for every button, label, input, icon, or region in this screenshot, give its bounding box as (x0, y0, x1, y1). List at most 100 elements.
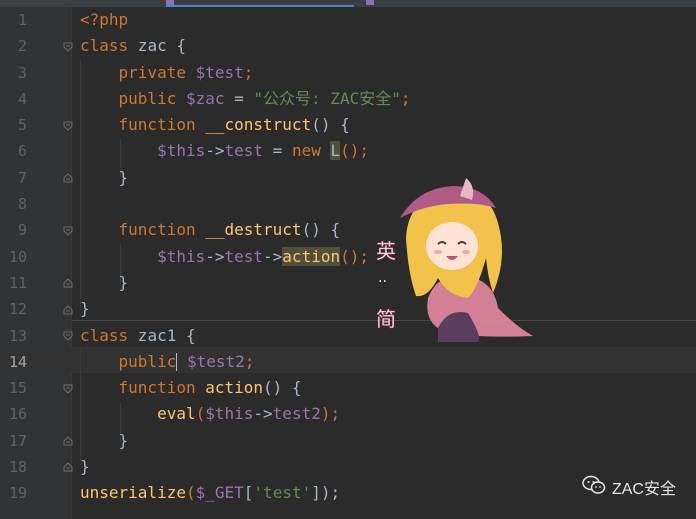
line-number: 1 (17, 11, 27, 29)
fold-close-icon[interactable] (63, 305, 73, 315)
variable: $this (205, 404, 254, 424)
variable: $test (195, 62, 244, 82)
code-line: eval($this->test2); (80, 401, 410, 427)
punctuation: ); (320, 404, 341, 424)
keyword: private (118, 62, 186, 82)
punctuation: [ (243, 483, 254, 503)
punctuation: (); (340, 141, 370, 161)
editor-tab-bar (0, 0, 696, 7)
code-line: function action() { (80, 375, 410, 401)
keyword: function (118, 115, 196, 135)
code-line: public $zac = "公众号: ZAC安全"; (80, 86, 411, 112)
string-literal: "公众号: ZAC安全" (253, 88, 401, 108)
punctuation: ( (195, 404, 206, 424)
line-number: 17 (8, 431, 27, 450)
svg-text:··: ·· (378, 274, 387, 290)
punctuation: ]); (311, 483, 341, 503)
line-number: 9 (17, 221, 27, 240)
brace: } (80, 299, 90, 319)
line-number: 12 (8, 300, 27, 319)
line-number: 16 (8, 405, 27, 424)
brace: } (118, 272, 129, 292)
operator: -> (263, 246, 283, 266)
anime-girl-sticker: 英 ·· 简 (368, 178, 538, 342)
line-number: 5 (17, 116, 27, 135)
property: test2 (272, 404, 321, 424)
operator: -> (205, 246, 225, 266)
code-line: function __construct() { (80, 112, 410, 138)
fold-open-icon[interactable] (63, 42, 73, 52)
text-caret (176, 353, 178, 372)
php-file-icon (166, 0, 174, 5)
fold-close-icon[interactable] (63, 278, 73, 288)
fold-open-icon[interactable] (63, 121, 73, 131)
semicolon: ; (243, 62, 254, 82)
line-number: 15 (8, 379, 27, 398)
operator: = (224, 88, 254, 108)
brace: } (118, 167, 129, 187)
brace: } (80, 457, 90, 477)
line-numbers: 1 2 3 4 5 6 7 8 9 10 11 12 13 14 15 16 1… (0, 7, 36, 507)
function-name: __construct (205, 115, 312, 135)
semicolon: ; (244, 351, 255, 371)
line-number: 19 (8, 484, 27, 503)
svg-text:英: 英 (376, 239, 396, 263)
line-number: 18 (8, 458, 27, 477)
code-line: } (80, 428, 410, 454)
code-line: class zac1 { (80, 323, 410, 349)
fold-open-icon[interactable] (63, 331, 73, 341)
brace: } (118, 430, 129, 450)
keyword: new (291, 141, 321, 161)
operator: -> (205, 141, 225, 161)
line-number: 2 (17, 37, 27, 56)
variable: $this (157, 141, 206, 161)
variable: $test2 (186, 351, 245, 371)
editor-tab[interactable] (0, 0, 120, 7)
php-file-icon (366, 0, 374, 5)
php-open-tag: <?php (80, 10, 129, 29)
punctuation: () { (263, 378, 302, 398)
code-line: class zac { (80, 33, 410, 59)
line-number: 6 (17, 142, 27, 161)
editor-tab-active[interactable] (166, 0, 354, 7)
code-line: } (80, 165, 410, 191)
punctuation: () { (301, 220, 341, 240)
method-name: action (282, 246, 341, 266)
semicolon: ; (400, 88, 411, 108)
svg-text:简: 简 (376, 307, 396, 331)
function-name: __destruct (205, 220, 302, 240)
wechat-icon (582, 475, 606, 499)
fold-open-icon[interactable] (63, 226, 73, 236)
keyword: function (118, 378, 196, 398)
line-number: 10 (8, 247, 27, 266)
line-number: 13 (8, 326, 27, 345)
property: test (224, 141, 264, 161)
variable: $_GET (195, 483, 244, 503)
line-number: 3 (17, 63, 27, 82)
fold-open-icon[interactable] (63, 384, 73, 394)
code-lines[interactable]: <?php class zac { private $test; public … (80, 7, 410, 507)
keyword: public (118, 88, 177, 108)
operator: = (263, 141, 292, 161)
function-name: action (205, 378, 264, 398)
line-number-active: 14 (8, 352, 27, 371)
function-call: unserialize (80, 483, 186, 503)
class-declaration: zac { (128, 36, 186, 56)
class-declaration: zac1 { (128, 325, 196, 345)
wechat-watermark: ZAC安全 (582, 475, 676, 499)
code-line-active: public $test2; (80, 349, 410, 375)
operator: -> (253, 404, 273, 424)
fold-close-icon[interactable] (63, 436, 73, 446)
fold-close-icon[interactable] (63, 173, 73, 183)
code-line: } (80, 270, 410, 296)
code-line: <?php (80, 7, 410, 33)
fold-close-icon[interactable] (63, 462, 73, 472)
line-number: 7 (17, 168, 27, 187)
code-line: } (80, 454, 410, 480)
code-line: private $test; (80, 60, 410, 86)
function-call: eval (157, 404, 196, 424)
punctuation: () { (311, 115, 350, 135)
watermark-text: ZAC安全 (611, 481, 676, 498)
code-line: } (80, 296, 410, 322)
